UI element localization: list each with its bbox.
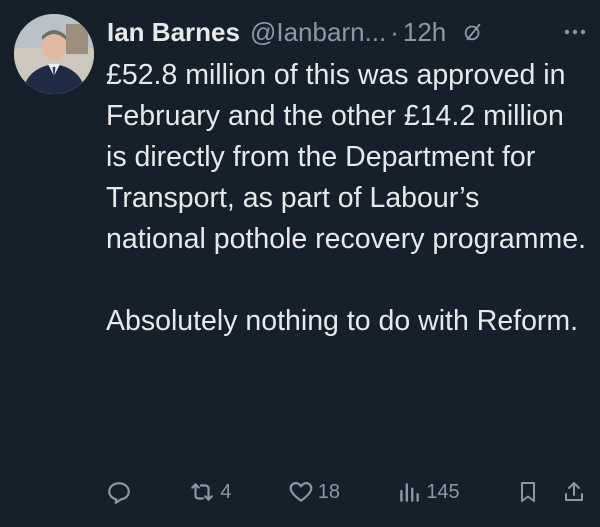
views-button[interactable]: 145 [396,479,460,505]
reply-button[interactable] [106,479,132,505]
avatar[interactable] [14,14,94,94]
bookmark-button[interactable] [516,479,540,505]
timestamp[interactable]: 12h [403,17,446,48]
retweet-icon [191,483,214,501]
reply-icon [108,482,130,504]
separator-dot: · [390,16,399,47]
retweet-count: 4 [220,480,232,503]
right-actions [516,479,586,505]
retweet-button[interactable]: 4 [188,479,231,505]
like-button[interactable]: 18 [288,479,340,505]
author-handle[interactable]: @Ianbarn... [250,17,386,48]
tweet-paragraph-1: £52.8 million of this was approved in Fe… [106,59,587,255]
bookmark-icon [521,482,535,502]
like-icon [289,482,313,502]
tweet-paragraph-2: Absolutely nothing to do with Reform. [106,305,579,337]
like-count: 18 [317,480,340,503]
views-count: 145 [426,480,460,503]
action-bar: 4 18 145 [106,474,586,510]
author-name[interactable]: Ian Barnes [107,17,240,48]
share-button[interactable] [562,479,586,505]
avatar-image [14,14,94,94]
more-icon[interactable] [562,21,588,43]
tweet-header: Ian Barnes @Ianbarn... · 12h [107,12,588,52]
tweet: Ian Barnes @Ianbarn... · 12h £52.8 milli… [0,0,600,527]
grok-icon[interactable] [462,21,484,43]
views-icon [400,483,420,502]
tweet-text: £52.8 million of this was approved in Fe… [106,55,586,342]
share-icon [565,482,583,501]
